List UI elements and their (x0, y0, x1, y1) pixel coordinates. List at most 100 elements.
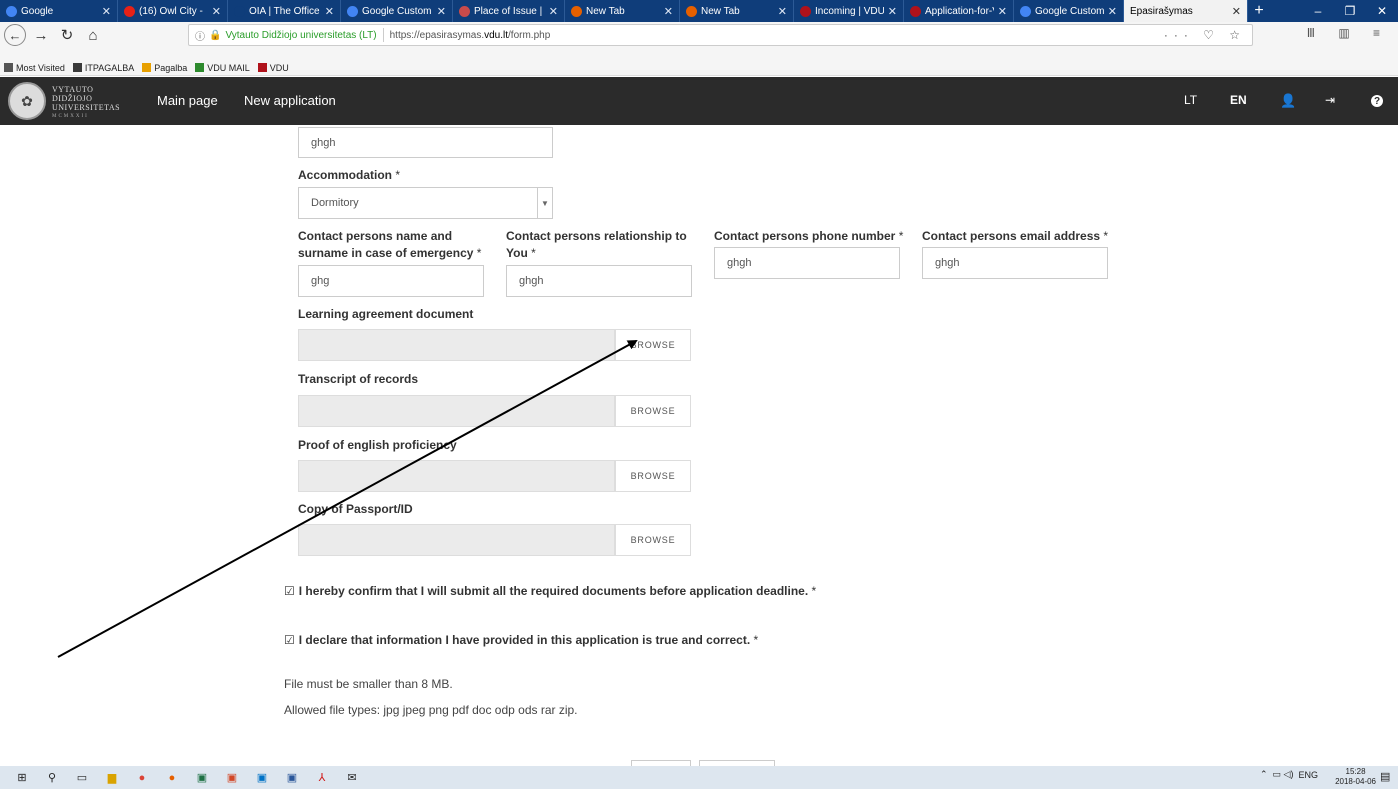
system-clock[interactable]: 15:28 2018-04-06 (1335, 767, 1376, 787)
browser-tab[interactable]: Epasirašymas ✕ (1124, 0, 1248, 22)
contact-relationship-value: ghgh (519, 275, 544, 287)
top-text-field[interactable]: ghgh (298, 127, 553, 158)
reload-icon[interactable]: ↻ (56, 24, 78, 46)
firefox-icon[interactable]: ● (164, 770, 180, 786)
close-tab-icon[interactable]: ✕ (212, 5, 221, 18)
browser-tab[interactable]: Google Custom Se ✕ (341, 0, 453, 22)
university-seal-logo[interactable]: ✿ (8, 82, 46, 120)
bookmark-item[interactable]: Most Visited (4, 63, 65, 73)
bookmark-item[interactable]: VDU (257, 62, 289, 73)
input-language[interactable]: ENG (1298, 770, 1318, 780)
file-size-note: File must be smaller than 8 MB. (284, 677, 453, 691)
english-proficiency-file-field[interactable] (298, 460, 615, 492)
user-icon[interactable]: 👤 (1280, 93, 1296, 109)
learning-agreement-file-field[interactable] (298, 329, 615, 361)
nav-main-page[interactable]: Main page (157, 93, 218, 108)
confirm-documents-checkbox-row[interactable]: ☑ I hereby confirm that I will submit al… (284, 584, 816, 598)
lang-lt-button[interactable]: LT (1184, 93, 1197, 107)
accommodation-select[interactable]: Dormitory ▼ (298, 187, 553, 219)
contact-email-input[interactable]: ghgh (922, 247, 1108, 279)
browser-tab[interactable]: Incoming | VDU ✕ (794, 0, 904, 22)
windows-start-icon[interactable]: ⊞ (14, 770, 30, 786)
contact-relationship-input[interactable]: ghgh (506, 265, 692, 297)
close-tab-icon[interactable]: ✕ (549, 5, 558, 18)
contact-name-value: ghg (311, 275, 330, 287)
close-tab-icon[interactable]: ✕ (664, 5, 673, 18)
bookmarks-toolbar: Most Visited ITPAGALBA Pagalba VDU MAIL VDU (0, 60, 1398, 76)
url-path: /form.php (508, 29, 551, 41)
home-icon[interactable]: ⌂ (82, 24, 104, 46)
checkbox-checked-icon[interactable]: ☑ (284, 633, 295, 647)
minimize-icon[interactable]: – (1302, 0, 1334, 22)
contact-relationship-label: Contact persons relationship to You * (506, 228, 696, 262)
task-view-icon[interactable]: ▭ (74, 770, 90, 786)
close-tab-icon[interactable]: ✕ (437, 5, 446, 18)
required-mark: * (395, 168, 401, 182)
logout-icon[interactable]: ⇥ (1325, 93, 1335, 107)
close-icon[interactable]: ✕ (1366, 0, 1398, 22)
contact-name-input[interactable]: ghg (298, 265, 484, 297)
browser-tab[interactable]: (16) Owl City - ✕ (118, 0, 228, 22)
acrobat-icon[interactable]: ⅄ (314, 770, 330, 786)
file-explorer-icon[interactable]: ▆ (104, 770, 120, 786)
passport-file-field[interactable] (298, 524, 615, 556)
close-tab-icon[interactable]: ✕ (778, 5, 787, 18)
contact-phone-input[interactable]: ghgh (714, 247, 900, 279)
url-separator (382, 28, 384, 42)
browser-tab[interactable]: Application-for-V ✕ (904, 0, 1014, 22)
close-tab-icon[interactable]: ✕ (998, 5, 1007, 18)
page-actions-icon[interactable]: ··· ♡ ☆ (1164, 28, 1246, 42)
site-identity: Vytauto Didžiojo universitetas (LT) (225, 29, 377, 41)
notification-icon[interactable]: ▤ (1380, 770, 1394, 784)
url-text[interactable]: https://epasirasymas.vdu.lt/form.php (390, 30, 551, 41)
info-icon[interactable]: ⓘ (195, 28, 205, 43)
bookmark-label: Most Visited (16, 62, 65, 73)
bookmark-label: VDU (269, 62, 289, 73)
browser-tab[interactable]: Google ✕ (0, 0, 118, 22)
chrome-icon[interactable]: ● (134, 770, 150, 786)
mail-icon[interactable]: ✉ (344, 770, 360, 786)
bookmark-item[interactable]: Pagalba (142, 63, 187, 73)
volume-icon[interactable]: ◁) (1284, 769, 1294, 780)
passport-browse-button[interactable]: BROWSE (615, 524, 691, 556)
bookmark-label: ITPAGALBA (84, 62, 135, 73)
network-icon[interactable]: ▭ (1273, 769, 1282, 780)
help-icon[interactable]: ? (1371, 95, 1383, 107)
close-tab-icon[interactable]: ✕ (888, 5, 897, 18)
lang-en-button[interactable]: EN (1230, 93, 1247, 107)
checkbox-checked-icon[interactable]: ☑ (284, 584, 295, 598)
url-bar[interactable]: ⓘ 🔒 Vytauto Didžiojo universitetas (LT) … (188, 24, 1253, 46)
browser-tab[interactable]: OIA | The Office of Int ✕ (228, 0, 341, 22)
search-icon[interactable]: ⚲ (44, 770, 60, 786)
chevron-up-icon[interactable]: ⌃ (1260, 769, 1268, 780)
nav-new-application[interactable]: New application (244, 93, 336, 108)
new-tab-icon[interactable]: + (1248, 0, 1270, 22)
declare-info-checkbox-row[interactable]: ☑ I declare that information I have prov… (284, 633, 758, 647)
browser-tab[interactable]: New Tab ✕ (680, 0, 794, 22)
top-text-field-value: ghgh (311, 136, 336, 149)
english-proficiency-browse-button[interactable]: BROWSE (615, 460, 691, 492)
browser-tab[interactable]: Google Custom Se ✕ (1014, 0, 1124, 22)
browser-tab[interactable]: New Tab ✕ (565, 0, 680, 22)
powerpoint-icon[interactable]: ▣ (224, 770, 240, 786)
close-tab-icon[interactable]: ✕ (102, 5, 111, 18)
back-icon[interactable]: ← (4, 24, 26, 46)
close-tab-icon[interactable]: ✕ (325, 5, 334, 18)
place-icon (459, 5, 470, 17)
excel-icon[interactable]: ▣ (194, 770, 210, 786)
bookmark-item[interactable]: ITPAGALBA (72, 62, 135, 73)
transcript-file-field[interactable] (298, 395, 615, 427)
transcript-browse-button[interactable]: BROWSE (615, 395, 691, 427)
learning-agreement-browse-button[interactable]: BROWSE (615, 329, 691, 361)
forward-icon[interactable]: → (30, 24, 52, 46)
navigation-toolbar: ← → ↻ ⌂ ⓘ 🔒 Vytauto Didžiojo universitet… (0, 22, 1398, 61)
close-tab-icon[interactable]: ✕ (1108, 5, 1117, 18)
restore-icon[interactable]: ❐ (1334, 0, 1366, 22)
chevron-down-icon[interactable]: ▼ (537, 188, 552, 218)
word-icon[interactable]: ▣ (284, 770, 300, 786)
bookmark-item[interactable]: VDU MAIL (195, 63, 250, 73)
browser-tab[interactable]: Place of Issue | Vis ✕ (453, 0, 565, 22)
library-sidebar-menu-icons[interactable]: Ⅲ ▥ ≡ (1307, 26, 1390, 40)
outlook-icon[interactable]: ▣ (254, 770, 270, 786)
close-tab-icon[interactable]: ✕ (1232, 5, 1241, 18)
